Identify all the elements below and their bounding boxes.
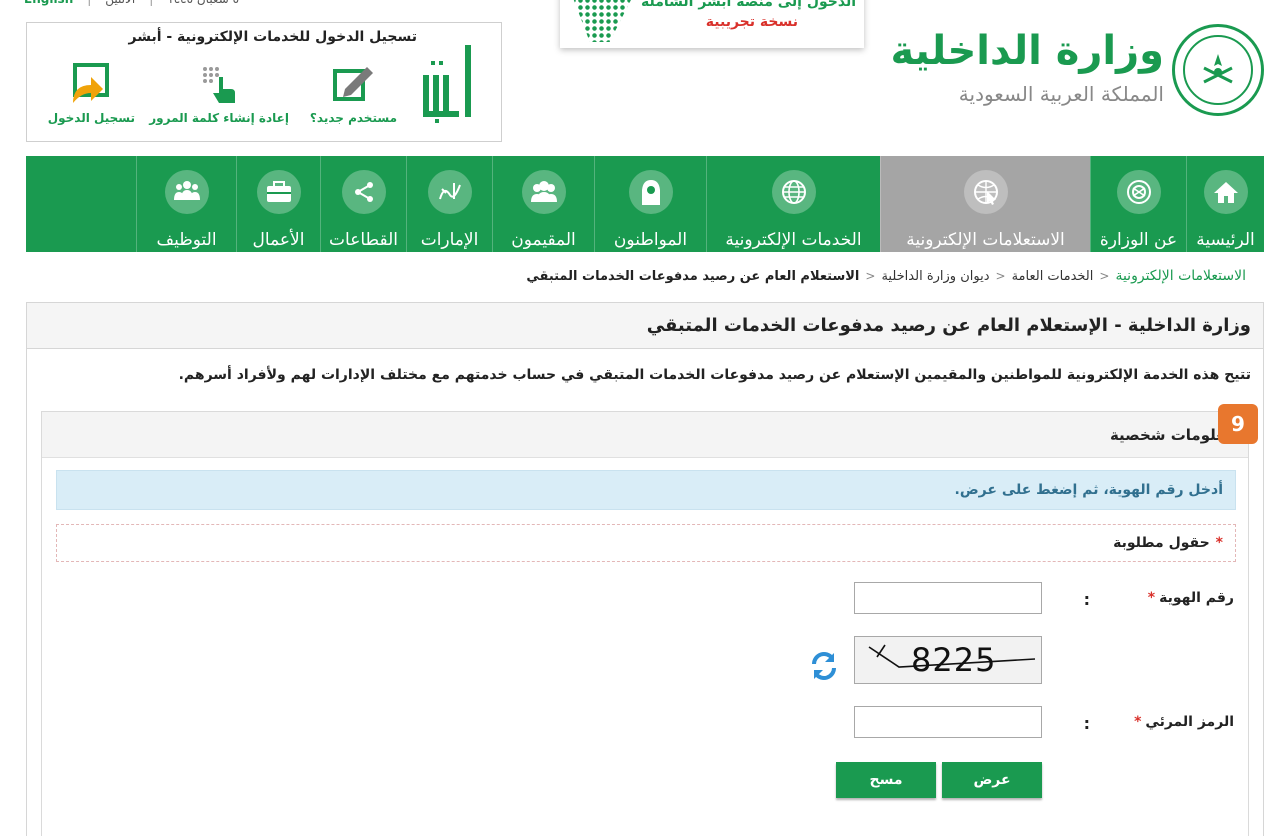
banner-line1: الدخول إلى منصة أبشر الشاملة [641,0,856,10]
dots-pattern-icon [570,0,636,42]
nav-item-emirates[interactable]: الإمارات [406,156,492,252]
top-strip: English | الاثنين | ٥ شعبان ١٤٤٥ [24,0,239,8]
info-message: أدخل رقم الهوية، ثم إضغط على عرض. [56,470,1236,510]
colon: : [1083,714,1090,733]
breadcrumb-item-e-inquiries[interactable]: الاستعلامات الإلكترونية [1115,268,1246,284]
nav-label: التوظيف [156,230,217,250]
nav-item-residents[interactable]: المقيمون [492,156,594,252]
home-icon [1203,170,1248,214]
nav-label: الخدمات الإلكترونية [725,230,862,250]
residents-icon [521,170,566,214]
id-label: رقم الهوية* [1148,590,1234,606]
date-text: ٥ شعبان ١٤٤٥ [167,0,239,8]
divider: | [149,0,153,8]
refresh-captcha-icon[interactable] [808,650,840,682]
absher-title: تسجيل الدخول للخدمات الإلكترونية - أبشر [128,29,417,45]
id-number-input[interactable] [854,582,1042,614]
nav-label: الاستعلامات الإلكترونية [906,230,1065,250]
chevron-left-icon: < [995,269,1006,283]
service-description: تتيح هذه الخدمة الإلكترونية للمواطنين وا… [178,367,1251,383]
captcha-text: 8225 [911,641,997,679]
watermark-logo-icon: 9 [1218,404,1258,444]
ministry-name: وزارة الداخلية [890,28,1164,74]
chevron-left-icon: < [1099,269,1110,283]
required-star: * [1215,535,1223,551]
clear-button[interactable]: مسح [836,762,936,798]
kingdom-name: المملكة العربية السعودية [958,82,1164,106]
login-link[interactable]: تسجيل الدخول [48,63,135,125]
day-text: الاثنين [105,0,135,8]
nav-label: القطاعات [329,230,398,250]
page-title: وزارة الداخلية - الإستعلام العام عن رصيد… [646,315,1251,336]
share-icon [341,170,386,214]
personal-info-section: معلومات شخصية 9 أدخل رقم الهوية، ثم إضغط… [41,404,1258,836]
citizen-icon [628,170,673,214]
captcha-image: 8225 [854,636,1042,684]
nav-item-sectors[interactable]: القطاعات [320,156,406,252]
login-label: تسجيل الدخول [47,111,135,125]
required-star: * [1147,590,1156,606]
globe-cursor-icon [963,170,1008,214]
nav-item-home[interactable]: الرئيسية [1186,156,1264,252]
captcha-input[interactable] [854,706,1042,738]
nav-item-business[interactable]: الأعمال [236,156,320,252]
nav-label: الإمارات [420,230,479,250]
breadcrumb-item-current: الاستعلام العام عن رصيد مدفوعات الخدمات … [526,268,860,284]
ministry-logo[interactable]: وزارة الداخلية المملكة العربية السعودية [891,20,1264,120]
captcha-label: الرمز المرئي* [1134,714,1234,730]
new-user-label: مستخدم جديد؟ [309,111,397,125]
calligraphy-icon [427,170,472,214]
banner-line2: نسخة تجريبية [705,14,798,30]
nav-item-e-inquiries[interactable]: الاستعلامات الإلكترونية [880,156,1090,252]
section-title: معلومات شخصية [1109,425,1234,444]
panel-header: وزارة الداخلية - الإستعلام العام عن رصيد… [27,303,1263,349]
divider: | [87,0,91,8]
absher-logo [421,41,477,125]
breadcrumb-item-diwan[interactable]: ديوان وزارة الداخلية [881,269,989,284]
nav-label: الأعمال [252,230,305,250]
people-group-icon [164,170,209,214]
nav-item-e-services[interactable]: الخدمات الإلكترونية [706,156,880,252]
keypad-hand-icon [197,63,241,105]
breadcrumb-item-public-services[interactable]: الخدمات العامة [1012,269,1094,284]
saudi-emblem-icon [1172,24,1264,116]
nav-label: المواطنون [613,230,688,250]
reset-password-label: إعادة إنشاء كلمة المرور [149,111,289,125]
nav-label: الرئيسية [1196,230,1255,250]
nav-item-citizens[interactable]: المواطنون [594,156,706,252]
nav-item-employment[interactable]: التوظيف [136,156,236,252]
breadcrumb: الاستعلامات الإلكترونية < الخدمات العامة… [526,268,1246,284]
required-star: * [1134,714,1142,730]
nav-label: عن الوزارة [1099,230,1178,250]
nav-item-about[interactable]: عن الوزارة [1090,156,1186,252]
globe-icon [771,170,816,214]
absher-login-box: تسجيل الدخول للخدمات الإلكترونية - أبشر … [26,22,502,142]
captcha-label-text: الرمز المرئي [1145,714,1234,730]
required-fields-note: * حقول مطلوبة [56,524,1236,562]
trial-banner[interactable]: الدخول إلى منصة أبشر الشاملة نسخة تجريبي… [560,0,864,48]
chevron-left-icon: < [865,269,876,283]
nav-label: المقيمون [511,230,576,250]
reset-password-link[interactable]: إعادة إنشاء كلمة المرور [149,63,289,125]
emblem-icon [1116,170,1161,214]
main-nav: الرئيسية عن الوزارة الاستعلامات الإلكترو… [26,156,1264,252]
service-panel: وزارة الداخلية - الإستعلام العام عن رصيد… [26,302,1264,836]
required-note-text: حقول مطلوبة [1113,535,1210,551]
section-header: معلومات شخصية [42,412,1248,458]
new-user-link[interactable]: مستخدم جديد؟ [310,63,397,125]
edit-form-icon [331,63,375,105]
language-link[interactable]: English [24,0,73,8]
briefcase-icon [256,170,301,214]
colon: : [1083,590,1090,609]
id-label-text: رقم الهوية [1159,590,1234,606]
submit-button[interactable]: عرض [942,762,1042,798]
login-arrow-icon [69,63,113,105]
